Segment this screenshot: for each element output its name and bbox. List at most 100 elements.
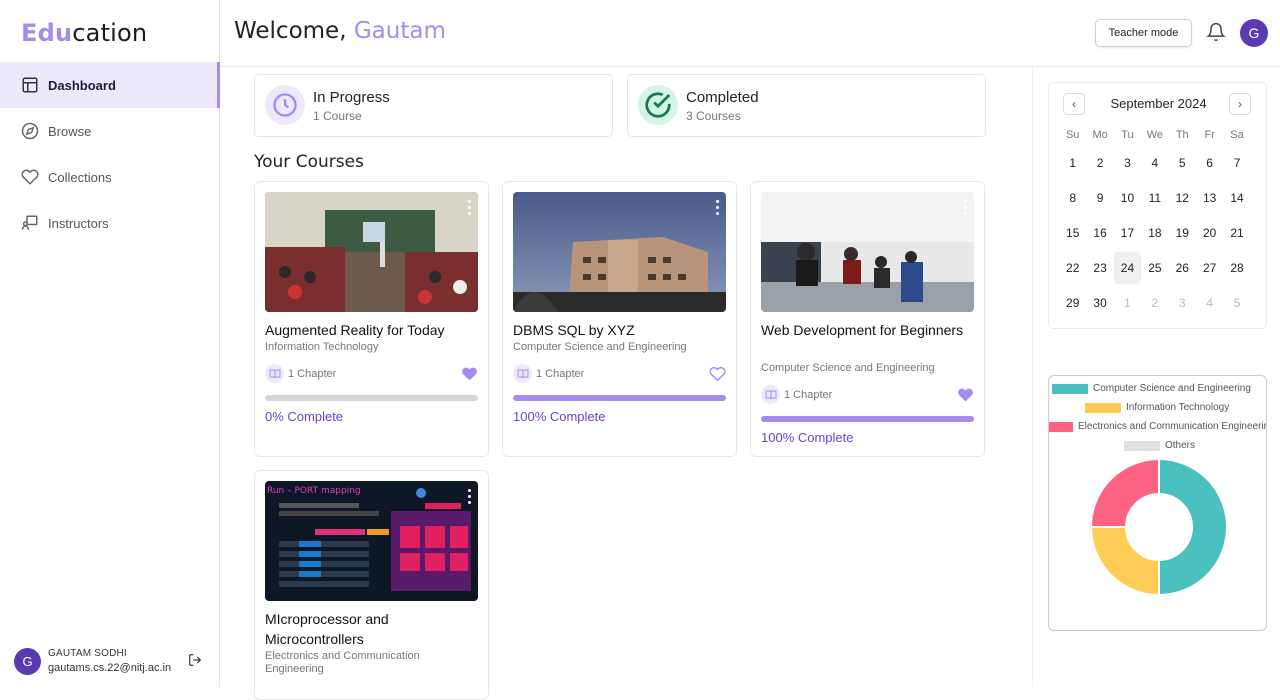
calendar-day-outside[interactable]: 5 xyxy=(1223,296,1250,310)
chart-slice-1[interactable] xyxy=(1158,457,1228,597)
progress-bar xyxy=(761,416,974,422)
week-row: 8 9 10 11 12 13 14 xyxy=(1059,180,1259,215)
bell-icon[interactable] xyxy=(1206,22,1226,42)
calendar-day[interactable]: 1 xyxy=(1059,156,1086,170)
course-category: Electronics and Communication Engineerin… xyxy=(265,650,420,675)
calendar-day-outside[interactable]: 2 xyxy=(1141,296,1168,310)
divider xyxy=(1032,67,1033,687)
calendar-day[interactable]: 30 xyxy=(1086,296,1113,310)
sidebar-item-label: Dashboard xyxy=(48,77,116,93)
kebab-menu-icon[interactable] xyxy=(468,489,472,507)
calendar-day[interactable]: 5 xyxy=(1169,156,1196,170)
calendar-day[interactable]: 15 xyxy=(1059,226,1086,240)
calendar-day[interactable]: 27 xyxy=(1196,261,1223,275)
kebab-menu-icon[interactable] xyxy=(964,200,968,218)
favorite-heart-icon[interactable] xyxy=(957,387,974,403)
favorite-heart-icon[interactable] xyxy=(461,366,478,382)
calendar-day[interactable]: 26 xyxy=(1169,261,1196,275)
logout-icon[interactable] xyxy=(188,653,202,667)
calendar-day[interactable]: 11 xyxy=(1141,191,1168,205)
app-logo[interactable]: Education xyxy=(21,19,147,47)
week-row: 15 16 17 18 19 20 21 xyxy=(1059,215,1259,250)
weekday-label: Mo xyxy=(1092,129,1108,141)
calendar-day[interactable]: 21 xyxy=(1223,226,1250,240)
course-title: Web Development for Beginners xyxy=(761,322,964,338)
calendar-day[interactable]: 2 xyxy=(1086,156,1113,170)
calendar-day[interactable]: 20 xyxy=(1196,226,1223,240)
calendar-day[interactable]: 17 xyxy=(1114,226,1141,240)
course-thumbnail[interactable] xyxy=(513,192,726,312)
stat-title: In Progress xyxy=(313,89,390,106)
sidebar: Education Dashboard Browse Collections I… xyxy=(0,0,220,687)
stat-completed: Completed 3 Courses xyxy=(627,74,986,137)
calendar-day[interactable]: 12 xyxy=(1169,191,1196,205)
next-month-button[interactable]: › xyxy=(1229,93,1251,115)
chapter-count: 1 Chapter xyxy=(761,385,832,404)
page-title: Welcome, Gautam xyxy=(234,18,446,44)
sidebar-item-collections[interactable]: Collections xyxy=(0,154,220,200)
course-card[interactable]: DBMS SQL by XYZ Computer Science and Eng… xyxy=(502,181,737,457)
chart-slice-3[interactable] xyxy=(1089,457,1160,528)
course-card[interactable]: Augmented Reality for Today Information … xyxy=(254,181,489,457)
thumbnail-caption: Run – PORT mapping xyxy=(267,486,361,496)
chapter-label: 1 Chapter xyxy=(784,388,833,401)
chapter-count: 1 Chapter xyxy=(265,364,336,383)
teacher-mode-button[interactable]: Teacher mode xyxy=(1095,19,1192,47)
chart-slice-2[interactable] xyxy=(1089,526,1160,597)
stat-subtitle: 3 Courses xyxy=(686,109,741,123)
kebab-menu-icon[interactable] xyxy=(468,200,472,218)
calendar-day[interactable]: 28 xyxy=(1223,261,1250,275)
progress-bar xyxy=(513,395,726,401)
calendar-day-today[interactable]: 24 xyxy=(1113,251,1142,284)
calendar-day[interactable]: 25 xyxy=(1141,261,1168,275)
stat-title: Completed xyxy=(686,89,759,106)
calendar-day[interactable]: 23 xyxy=(1086,261,1113,275)
calendar-day[interactable]: 14 xyxy=(1223,191,1250,205)
course-card[interactable]: Run – PORT mapping MIcroprocessor and Mi… xyxy=(254,470,489,700)
calendar-day[interactable]: 19 xyxy=(1169,226,1196,240)
avatar[interactable]: G xyxy=(14,647,41,675)
user-email: gautams.cs.22@nitj.ac.in xyxy=(48,662,172,674)
course-thumbnail[interactable]: Run – PORT mapping xyxy=(265,481,478,601)
clock-icon xyxy=(265,85,305,125)
book-icon xyxy=(513,364,532,383)
heart-icon xyxy=(21,169,39,185)
calendar-day[interactable]: 9 xyxy=(1086,191,1113,205)
sidebar-item-browse[interactable]: Browse xyxy=(0,108,220,154)
calendar-day[interactable]: 10 xyxy=(1114,191,1141,205)
calendar-day[interactable]: 13 xyxy=(1196,191,1223,205)
weekday-label: Sa xyxy=(1230,129,1244,141)
sidebar-item-instructors[interactable]: Instructors xyxy=(0,200,220,246)
progress-fill xyxy=(761,416,974,422)
course-category: Computer Science and Engineering xyxy=(513,341,687,353)
course-thumbnail[interactable] xyxy=(761,192,974,312)
calendar-day[interactable]: 7 xyxy=(1223,156,1250,170)
calendar-day-outside[interactable]: 4 xyxy=(1196,296,1223,310)
calendar-day[interactable]: 3 xyxy=(1114,156,1141,170)
progress-fill xyxy=(513,395,726,401)
avatar[interactable]: G xyxy=(1240,19,1268,47)
section-title: Your Courses xyxy=(254,152,364,172)
calendar-day[interactable]: 29 xyxy=(1059,296,1086,310)
course-category: Computer Science and Engineering xyxy=(761,362,935,374)
calendar-day[interactable]: 8 xyxy=(1059,191,1086,205)
kebab-menu-icon[interactable] xyxy=(716,200,720,218)
calendar-day[interactable]: 18 xyxy=(1141,226,1168,240)
stat-in-progress: In Progress 1 Course xyxy=(254,74,613,137)
layout-icon xyxy=(22,77,38,93)
favorite-heart-outline-icon[interactable] xyxy=(709,366,726,382)
calendar-day[interactable]: 22 xyxy=(1059,261,1086,275)
weekday-label: Tu xyxy=(1121,129,1134,141)
weekday-label: We xyxy=(1146,129,1164,141)
progress-text: 100% Complete xyxy=(513,409,606,424)
calendar-day[interactable]: 6 xyxy=(1196,156,1223,170)
calendar-day[interactable]: 16 xyxy=(1086,226,1113,240)
sidebar-item-dashboard[interactable]: Dashboard xyxy=(0,62,220,108)
check-circle-icon xyxy=(638,85,678,125)
weekday-label: Th xyxy=(1175,129,1189,141)
calendar-day-outside[interactable]: 3 xyxy=(1169,296,1196,310)
calendar-day-outside[interactable]: 1 xyxy=(1114,296,1141,310)
course-card[interactable]: Web Development for Beginners Computer S… xyxy=(750,181,985,457)
course-thumbnail[interactable] xyxy=(265,192,478,312)
calendar-day[interactable]: 4 xyxy=(1141,156,1168,170)
